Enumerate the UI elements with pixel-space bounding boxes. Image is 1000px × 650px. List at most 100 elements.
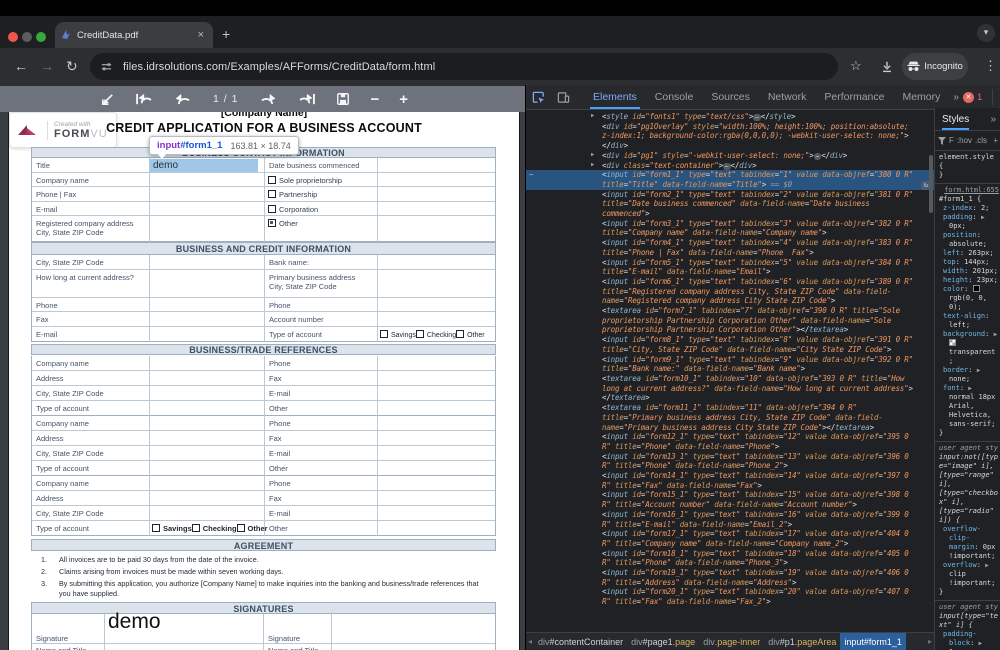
crumb-scroll-left-icon[interactable]: ◂ [526,637,534,646]
rule-selector[interactable]: element.style { [939,153,999,171]
stylesheet-link[interactable]: user agent stylesheet [939,444,999,453]
form-input[interactable] [150,312,265,326]
close-window-button[interactable] [8,32,18,42]
dom-node[interactable]: <textarea id="form11_1" tabindex="11" da… [526,403,934,432]
dom-node[interactable]: ▶<style id="fonts1" type="text/css">…</s… [526,112,934,122]
form-input[interactable] [150,255,265,269]
stylesheet-link[interactable]: form.html:655 [939,186,999,195]
form-input[interactable] [378,312,497,326]
css-property[interactable]: border: ▶ none; [939,366,999,384]
form-input[interactable] [150,298,265,312]
css-property[interactable]: padding: ▶ 0px; [939,213,999,231]
css-property[interactable]: overflow-clip-margin: 0px !important; [939,525,999,561]
devtools-tab-performance[interactable]: Performance [815,85,893,109]
dom-node[interactable]: <div id="pg1Overlay" style="width:100%; … [526,122,934,141]
form-input[interactable] [378,431,497,445]
form-input[interactable] [378,371,497,385]
download-icon[interactable] [880,60,894,74]
form-input[interactable] [378,401,497,416]
form-input[interactable] [378,416,497,430]
dom-node[interactable]: <input id="form13_1" type="text" tabinde… [526,452,934,471]
new-rule-icon[interactable]: + [993,136,998,145]
crumb-scroll-right-icon[interactable]: ▸ [926,637,934,646]
checkbox-icon[interactable] [416,330,424,338]
dom-node[interactable]: <input id="form2_1" type="text" tabindex… [526,190,934,219]
checkbox-group[interactable]: SavingsCheckingOther [378,327,497,339]
dom-node[interactable]: <input id="form18_1" type="text" tabinde… [526,549,934,568]
form-input[interactable] [378,491,497,505]
css-property[interactable]: overflow: ▶ clip !important; [939,561,999,588]
dom-node[interactable]: <input id="form20_1" type="text" tabinde… [526,587,934,606]
devtools-tab-memory[interactable]: Memory [893,85,949,109]
css-property[interactable]: top: 144px; [939,258,999,267]
breadcrumb-item[interactable]: input#form1_1 [840,633,906,650]
form-input[interactable] [150,202,265,216]
rule-selector[interactable]: input:not([type="image" i], [type="range… [939,453,999,525]
form-input[interactable] [378,461,497,476]
zoom-out-icon[interactable]: − [370,91,379,108]
dom-node[interactable]: <input id="form1_1" type="text" tabindex… [526,170,934,189]
form-input[interactable] [150,327,265,342]
form-input[interactable] [150,506,265,520]
breadcrumb-item[interactable]: div#contentContainer [534,633,627,650]
form-input[interactable] [150,216,265,242]
devtools-tab-sources[interactable]: Sources [702,85,759,109]
form-input[interactable] [150,446,265,460]
form-input[interactable] [378,386,497,400]
css-property[interactable]: background: ▶ transparent; [939,330,999,366]
css-property[interactable]: width: 201px; [939,267,999,276]
back-icon[interactable]: ← [14,58,28,74]
tab-styles[interactable]: Styles [942,108,969,130]
checkbox-icon[interactable] [456,330,464,338]
error-badge-icon[interactable]: ✕ [963,92,974,103]
form-input[interactable] [150,356,265,370]
tree-scrollbar[interactable] [929,155,933,213]
site-settings-icon[interactable] [100,60,113,73]
dom-node[interactable]: <input id="form5_1" type="text" tabindex… [526,258,934,277]
checkbox-icon[interactable] [268,190,276,198]
checkbox-option[interactable]: Partnership [265,187,377,199]
checkbox-option[interactable]: Other [265,216,377,228]
checkbox-option[interactable]: Sole proprietorship [265,173,377,185]
css-property[interactable]: z-index: 2; [939,204,999,213]
form-input[interactable] [150,173,265,187]
dom-node[interactable]: <textarea id="form10_1" tabindex="10" da… [526,374,934,403]
reload-icon[interactable]: ↻ [66,58,78,75]
tab-close-icon[interactable]: × [195,29,207,41]
dom-node[interactable]: </div> [526,141,934,151]
dom-node[interactable]: ▶<div id="pg1" style="-webkit-user-selec… [526,151,934,161]
form-input[interactable] [150,371,265,385]
form-input[interactable] [378,298,497,312]
forward-icon[interactable]: → [40,58,54,74]
redo-icon[interactable] [258,93,277,106]
zoom-in-icon[interactable]: + [399,91,408,108]
devtools-tab-elements[interactable]: Elements [584,85,646,109]
undo-icon[interactable] [174,93,193,106]
css-property[interactable]: position: absolute; [939,231,999,249]
browser-tab[interactable]: CreditData.pdf × [55,22,213,48]
bookmark-star-icon[interactable]: ☆ [850,58,862,74]
export-icon[interactable] [100,92,115,107]
checkbox-icon[interactable] [152,524,160,532]
rule-selector[interactable]: #form1_1 { [939,195,999,204]
css-property[interactable]: font: ▶ normal 18px Arial, Helvetica, sa… [939,384,999,429]
styles-more-tabs-icon[interactable]: » [990,114,996,125]
dom-node[interactable]: <input id="form12_1" type="text" tabinde… [526,432,934,451]
form-input[interactable] [150,461,265,476]
checkbox-icon[interactable] [380,330,388,338]
form-input[interactable] [150,491,265,505]
css-property[interactable]: height: 23px; [939,276,999,285]
css-property[interactable]: text-align: left; [939,312,999,330]
breadcrumb-item[interactable]: div.page-inner [699,633,764,650]
inspect-element-icon[interactable] [526,91,551,104]
form-input[interactable] [378,506,497,520]
form-input[interactable] [378,446,497,460]
maximize-window-button[interactable] [36,32,46,42]
signature-input[interactable] [332,614,497,643]
dom-node[interactable]: ▶<div class="text-container">…</div> [526,161,934,171]
menu-dots-icon[interactable]: ⋮ [984,58,997,74]
checkbox-option[interactable]: Corporation [265,202,377,214]
undo-all-icon[interactable] [135,93,154,106]
dom-node[interactable]: <input id="form19_1" type="text" tabinde… [526,568,934,587]
form-input[interactable] [150,270,265,297]
